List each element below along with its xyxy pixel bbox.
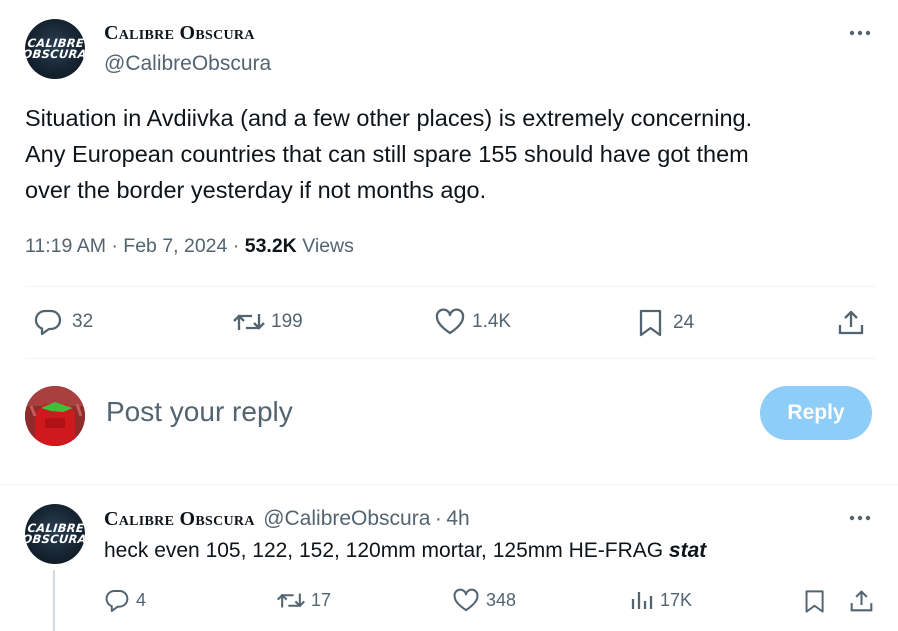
author-handle[interactable]: @CalibreObscura <box>104 52 271 76</box>
tweet-meta: 11:19 AM · Feb 7, 2024 · 53.2K Views <box>25 235 354 258</box>
repost-count: 199 <box>271 311 303 332</box>
reply-like-count: 348 <box>486 590 517 610</box>
more-icon <box>849 515 871 521</box>
like-icon <box>453 588 479 612</box>
views-icon <box>631 592 653 609</box>
reply-more-options-button[interactable] <box>848 511 872 530</box>
reply-action[interactable]: 32 <box>33 308 93 336</box>
views-label: Views <box>302 235 354 257</box>
views-count: 53.2K <box>244 235 297 257</box>
reply-text: heck even 105, 122, 152, 120mm mortar, 1… <box>104 539 706 563</box>
divider <box>0 484 898 485</box>
reply-reply-action[interactable]: 4 <box>104 588 146 613</box>
reply-separator: · <box>434 507 442 530</box>
share-action[interactable] <box>837 308 865 336</box>
reply-text-plain: heck even 105, 122, 152, 120mm mortar, 1… <box>104 539 669 562</box>
reply-icon <box>105 589 129 612</box>
reply-header: Calibre Obscura @CalibreObscura · 4h <box>104 507 470 531</box>
reply-views-action[interactable]: 17K <box>629 588 692 612</box>
divider <box>25 286 875 287</box>
more-options-button[interactable] <box>848 26 872 45</box>
reply-repost-count: 17 <box>311 590 332 610</box>
meta-separator: · <box>111 235 118 257</box>
repost-icon <box>277 593 305 608</box>
reply-button[interactable]: Reply <box>760 386 872 440</box>
more-icon <box>849 30 871 36</box>
avatar-logo-line2: OBSCURA <box>25 532 85 546</box>
like-count: 1.4K <box>472 311 512 332</box>
author-display-name[interactable]: Calibre Obscura <box>104 22 255 45</box>
divider <box>25 358 875 359</box>
share-icon <box>838 310 864 335</box>
avatar-logo-line2: OBSCURA <box>25 47 85 61</box>
reply-share-action[interactable] <box>849 588 874 613</box>
reply-bookmark-action[interactable] <box>804 588 826 615</box>
reply-text-emphasis: stat <box>668 539 707 562</box>
reply-views-count: 17K <box>660 589 693 610</box>
bookmark-action[interactable]: 24 <box>638 308 694 338</box>
repost-icon <box>233 314 265 330</box>
reply-repost-action[interactable]: 17 <box>276 588 331 613</box>
reply-author-display-name[interactable]: Calibre Obscura <box>104 508 255 530</box>
reply-age[interactable]: 4h <box>446 507 469 530</box>
bookmark-icon <box>639 309 662 337</box>
bookmark-icon <box>805 590 824 613</box>
thread-line <box>53 570 55 631</box>
tweet-text-line3: over the border yesterday if not months … <box>25 177 487 203</box>
tweet-time[interactable]: 11:19 AM <box>25 235 106 257</box>
current-user-avatar-image <box>25 386 85 446</box>
share-icon <box>850 590 873 612</box>
reply-reply-count: 4 <box>136 590 147 610</box>
like-action[interactable]: 1.4K <box>434 308 511 336</box>
reply-count: 32 <box>72 311 94 332</box>
tweet-date[interactable]: Feb 7, 2024 <box>123 235 227 257</box>
meta-separator: · <box>232 235 240 257</box>
author-avatar[interactable]: CALIBRE OBSCURA <box>25 19 85 79</box>
tweet-text-line2: Any European countries that can still sp… <box>25 141 749 167</box>
avatar-logo: CALIBRE OBSCURA <box>25 521 85 546</box>
tweet-text-line1: Situation in Avdiivka (and a few other p… <box>25 105 753 131</box>
reply-icon <box>34 309 62 336</box>
reply-input[interactable]: Post your reply <box>106 396 293 428</box>
tweet-text: Situation in Avdiivka (and a few other p… <box>25 100 885 208</box>
bookmark-count: 24 <box>673 312 695 333</box>
reply-author-avatar[interactable]: CALIBRE OBSCURA <box>25 504 85 564</box>
current-user-avatar[interactable] <box>25 386 85 446</box>
reply-author-handle[interactable]: @CalibreObscura <box>263 507 430 530</box>
like-icon <box>435 308 465 335</box>
avatar-logo: CALIBRE OBSCURA <box>25 36 85 61</box>
repost-action[interactable]: 199 <box>232 308 303 336</box>
reply-like-action[interactable]: 348 <box>452 588 516 613</box>
